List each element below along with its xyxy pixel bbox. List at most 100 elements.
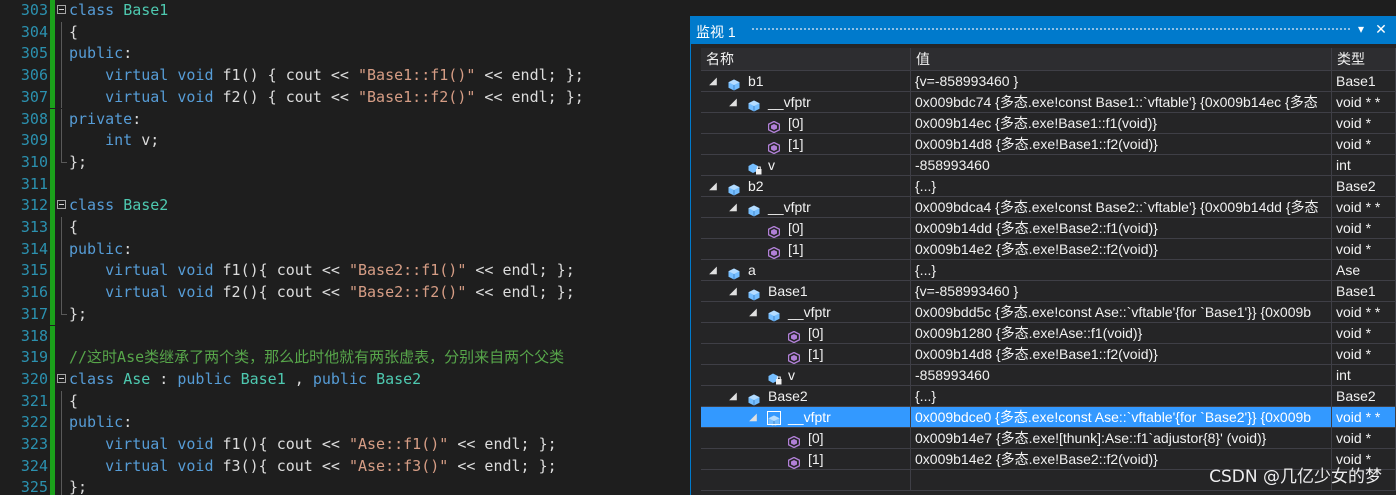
watch-row[interactable]: ◢ b1 {v=-858993460 } Base1 (701, 71, 1396, 92)
watch-window[interactable]: 监视 1 ▾ ✕ 名称 值 类型 ◢ b1 {v=-858993460 } Base1… (690, 16, 1396, 495)
watch-row[interactable]: ◢ __vfptr 0x009bdc74 {多态.exe!const Base1::… (701, 92, 1396, 113)
code-line[interactable]: 307 virtual void f2() { cout << "Base1::… (0, 86, 690, 109)
code-line[interactable]: 316 virtual void f2(){ cout << "Base2::f… (0, 282, 690, 304)
code-editor[interactable]: 303 class Base1 304{305 public: 306 virtual … (0, 0, 690, 495)
watch-cell-value[interactable]: 0x009bdca4 {多态.exe!const Base2::`vftable… (911, 197, 1332, 218)
code-line[interactable]: 303 class Base1 (0, 0, 690, 22)
watch-row[interactable]: ◢ __vfptr 0x009bdd5c {多态.exe!const Ase::`v… (701, 302, 1396, 323)
watch-cell-name[interactable]: ◢ __vfptr (701, 302, 911, 323)
watch-grid[interactable]: 名称 值 类型 ◢ b1 {v=-858993460 } Base1 ◢ __vfptr 0… (701, 48, 1396, 495)
collapse-arrow-icon[interactable]: ◢ (727, 197, 739, 217)
watch-cell-name[interactable]: v (701, 155, 911, 176)
code-line[interactable]: 313 { (0, 217, 690, 239)
watch-cell-value[interactable]: -858993460 (911, 365, 1332, 386)
watch-cell-name[interactable]: [0] (701, 323, 911, 344)
collapse-icon[interactable] (57, 200, 66, 210)
watch-cell-name[interactable]: [1] (701, 449, 911, 470)
watch-cell-name[interactable]: [1] (701, 344, 911, 365)
watch-cell-value[interactable]: 0x009b14d8 {多态.exe!Base1::f2(void)} (911, 134, 1332, 155)
watch-cell-name[interactable] (701, 470, 911, 491)
watch-row[interactable]: [0] 0x009b1280 {多态.exe!Ase::f1(void)} void… (701, 323, 1396, 344)
watch-cell-value[interactable]: 0x009b14e7 {多态.exe![thunk]:Ase::f1`adjus… (911, 428, 1332, 449)
collapse-arrow-icon[interactable]: ◢ (747, 302, 759, 322)
watch-cell-value[interactable]: -858993460 (911, 155, 1332, 176)
watch-row[interactable]: ◢ __vfptr 0x009bdca4 {多态.exe!const Base2::… (701, 197, 1396, 218)
watch-cell-value[interactable]: {...} (911, 176, 1332, 197)
watch-cell-name[interactable]: ◢ Base1 (701, 281, 911, 302)
watch-row[interactable]: ◢ Base1 {v=-858993460 } Base1 (701, 281, 1396, 302)
code-line[interactable]: 308 private: (0, 108, 690, 131)
watch-cell-value[interactable]: {...} (911, 260, 1332, 281)
code-line[interactable]: 324 virtual void f3(){ cout << "Ase::f3(… (0, 455, 690, 478)
watch-row[interactable]: [1] 0x009b14e2 {多态.exe!Base2::f2(void)} vo… (701, 239, 1396, 260)
collapse-arrow-icon[interactable]: ◢ (707, 260, 719, 280)
watch-cell-name[interactable]: ◢ __vfptr (701, 197, 911, 218)
code-line[interactable]: 318 (0, 325, 690, 348)
watch-row[interactable]: [0] 0x009b14dd {多态.exe!Base2::f1(void)} vo… (701, 218, 1396, 239)
code-line[interactable]: 312 class Base2 (0, 195, 690, 217)
watch-row[interactable]: ◢ a {...} Ase (701, 260, 1396, 281)
watch-cell-name[interactable]: [0] (701, 428, 911, 449)
code-line[interactable]: 325}; (0, 477, 690, 495)
watch-cell-name[interactable]: [0] (701, 218, 911, 239)
watch-cell-name[interactable]: v (701, 365, 911, 386)
watch-cell-value[interactable]: 0x009bdd5c {多态.exe!const Ase::`vftable'{… (911, 302, 1332, 323)
watch-cell-name[interactable]: ◢ Base2 (701, 386, 911, 407)
code-line[interactable]: 320 class Ase : public Base1 , public Bas… (0, 368, 690, 391)
watch-cell-name[interactable]: ◢ a (701, 260, 911, 281)
title-grip[interactable] (751, 27, 1352, 32)
collapse-arrow-icon[interactable]: ◢ (727, 386, 739, 406)
watch-cell-name[interactable]: [1] (701, 134, 911, 155)
watch-row[interactable]: ◢ b2 {...} Base2 (701, 176, 1396, 197)
column-header-name[interactable]: 名称 (701, 48, 911, 71)
watch-row[interactable]: ◢ __vfptr 0x009bdce0 {多态.exe!const Ase::`v… (701, 407, 1396, 428)
pin-icon[interactable]: ▾ (1354, 20, 1368, 38)
watch-row[interactable]: v -858993460 int (701, 365, 1396, 386)
collapse-arrow-icon[interactable]: ◢ (747, 407, 759, 427)
code-line[interactable]: 311 (0, 173, 690, 196)
close-icon[interactable]: ✕ (1374, 20, 1388, 38)
watch-cell-name[interactable]: ◢ b1 (701, 71, 911, 92)
watch-cell-value[interactable]: 0x009b1280 {多态.exe!Ase::f1(void)} (911, 323, 1332, 344)
collapse-arrow-icon[interactable]: ◢ (727, 281, 739, 301)
watch-cell-value[interactable]: 0x009b14dd {多态.exe!Base2::f1(void)} (911, 218, 1332, 239)
collapse-arrow-icon[interactable]: ◢ (707, 71, 719, 91)
collapse-icon[interactable] (57, 373, 66, 383)
watch-cell-name[interactable]: [1] (701, 239, 911, 260)
watch-cell-name[interactable]: [0] (701, 113, 911, 134)
watch-row[interactable]: v -858993460 int (701, 155, 1396, 176)
watch-cell-value[interactable]: 0x009bdc74 {多态.exe!const Base1::`vftable… (911, 92, 1332, 113)
watch-cell-value[interactable]: 0x009bdce0 {多态.exe!const Ase::`vftable'{… (911, 407, 1332, 428)
watch-cell-name[interactable]: ◢ __vfptr (701, 92, 911, 113)
column-header-type[interactable]: 类型 (1332, 48, 1396, 71)
collapse-arrow-icon[interactable]: ◢ (707, 176, 719, 196)
watch-cell-name[interactable]: ◢ __vfptr (701, 407, 911, 428)
code-line[interactable]: 321 { (0, 390, 690, 413)
watch-cell-value[interactable]: {v=-858993460 } (911, 281, 1332, 302)
watch-row[interactable]: ◢ Base2 {...} Base2 (701, 386, 1396, 407)
watch-row[interactable]: [1] 0x009b14d8 {多态.exe!Base1::f2(void)} vo… (701, 134, 1396, 155)
collapse-arrow-icon[interactable]: ◢ (727, 92, 739, 112)
code-line[interactable]: 319 //这时Ase类继承了两个类，那么此时他就有两张虚表，分别来自两个父类 (0, 347, 690, 369)
code-line[interactable]: 314 public: (0, 238, 690, 261)
collapse-icon[interactable] (57, 5, 66, 14)
watch-cell-value[interactable]: 0x009b14ec {多态.exe!Base1::f1(void)} (911, 113, 1332, 134)
watch-cell-value[interactable]: {v=-858993460 } (911, 71, 1332, 92)
column-header-value[interactable]: 值 (911, 48, 1332, 71)
code-line[interactable]: 322 public: (0, 412, 690, 434)
code-line[interactable]: 315 virtual void f1(){ cout << "Base2::f… (0, 260, 690, 283)
code-line[interactable]: 309 int v; (0, 130, 690, 152)
watch-row[interactable]: [0] 0x009b14e7 {多态.exe![thunk]:Ase::f1`ad… (701, 428, 1396, 449)
code-line[interactable]: 306 virtual void f1() { cout << "Base1::… (0, 65, 690, 87)
code-line[interactable]: 323 virtual void f1(){ cout << "Ase::f1(… (0, 434, 690, 456)
watch-cell-value[interactable]: 0x009b14d8 {多态.exe!Base1::f2(void)} (911, 344, 1332, 365)
watch-cell-value[interactable]: 0x009b14e2 {多态.exe!Base2::f2(void)} (911, 239, 1332, 260)
code-line[interactable]: 304 { (0, 21, 690, 44)
watch-title-bar[interactable]: 监视 1 ▾ ✕ (691, 16, 1396, 44)
code-line[interactable]: 310}; (0, 151, 690, 174)
watch-cell-value[interactable]: {...} (911, 386, 1332, 407)
watch-row[interactable]: [1] 0x009b14d8 {多态.exe!Base1::f2(void)} vo… (701, 344, 1396, 365)
watch-cell-name[interactable]: ◢ b2 (701, 176, 911, 197)
code-line[interactable]: 317}; (0, 303, 690, 326)
watch-row[interactable]: [0] 0x009b14ec {多态.exe!Base1::f1(void)} vo… (701, 113, 1396, 134)
